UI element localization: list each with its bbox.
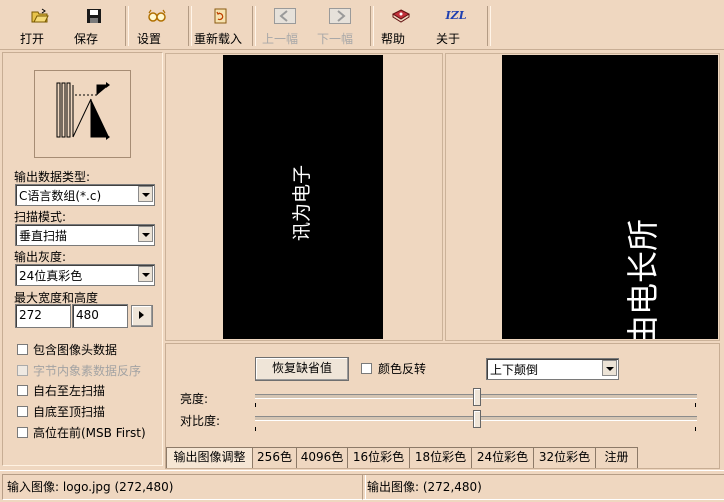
scan-mode-select[interactable]: 垂直扫描 <box>15 224 155 246</box>
toolbar-separator <box>252 6 256 46</box>
toolbar-separator <box>370 6 374 46</box>
status-bar: 输入图像: logo.jpg (272,480) 输出图像: (272,480) <box>0 470 724 502</box>
max-width-value: 272 <box>19 308 42 322</box>
brightness-slider[interactable] <box>473 388 481 406</box>
reload-label: 重新载入 <box>194 32 243 46</box>
output-image-text: 由电长所 <box>624 218 662 339</box>
floppy-disk-icon <box>85 8 103 24</box>
next-image-button[interactable]: 下一幅 <box>317 4 359 48</box>
gray-select[interactable]: 24位真彩色 <box>15 264 155 286</box>
tab-256-color[interactable]: 256色 <box>252 447 297 468</box>
status-input-image: 输入图像: logo.jpg (272,480) <box>2 474 366 500</box>
brightness-tick-max <box>695 403 696 407</box>
input-image: 讯为电子 <box>223 55 383 339</box>
invert-color-label: 颜色反转 <box>378 362 427 376</box>
output-type-select[interactable]: C语言数组(*.c) <box>15 184 155 206</box>
scan-mode-value: 垂直扫描 <box>19 229 68 243</box>
chevron-down-icon[interactable] <box>138 226 153 242</box>
invert-color-checkbox[interactable] <box>361 363 372 374</box>
save-label: 保存 <box>74 32 99 46</box>
include-header-label: 包含图像头数据 <box>33 343 118 357</box>
right-to-left-checkbox[interactable] <box>17 385 28 396</box>
settings-button[interactable]: 设置 <box>137 4 177 48</box>
msb-first-checkbox[interactable] <box>17 427 28 438</box>
apply-size-button[interactable] <box>131 305 153 327</box>
open-button[interactable]: 打开 <box>20 4 60 48</box>
output-type-label: 输出数据类型: <box>14 170 91 184</box>
contrast-tick-min <box>255 427 256 431</box>
reload-icon <box>211 8 229 24</box>
chevron-down-icon[interactable] <box>138 186 153 202</box>
input-image-text: 讯为电子 <box>291 164 313 241</box>
reverse-bytes-checkbox[interactable] <box>17 365 28 376</box>
input-image-preview: 讯为电子 <box>165 53 443 341</box>
help-label: 帮助 <box>381 32 406 46</box>
output-image: 由电长所 <box>502 55 718 339</box>
status-output-image: 输出图像: (272,480) <box>362 474 724 500</box>
glasses-icon <box>148 8 166 24</box>
scan-mode-diagram <box>34 70 131 158</box>
reload-button[interactable]: 重新载入 <box>194 4 246 48</box>
toolbar-separator <box>188 6 192 46</box>
next-label: 下一幅 <box>317 32 354 46</box>
contrast-tick-max <box>695 427 696 431</box>
brightness-label: 亮度: <box>180 392 209 406</box>
about-label: 关于 <box>436 32 461 46</box>
scan-direction-icon <box>56 82 110 140</box>
save-button[interactable]: 保存 <box>74 4 114 48</box>
bottom-to-top-checkbox[interactable] <box>17 406 28 417</box>
tab-register[interactable]: 注册 <box>595 447 638 468</box>
flip-select[interactable]: 上下颠倒 <box>486 358 619 380</box>
help-button[interactable]: 帮助 <box>381 4 421 48</box>
right-arrow-icon <box>329 8 351 24</box>
brightness-tick-min <box>255 403 256 407</box>
tab-16bit-color[interactable]: 16位彩色 <box>347 447 410 468</box>
settings-label: 设置 <box>137 32 162 46</box>
include-header-checkbox[interactable] <box>17 344 28 355</box>
about-logo-text: IZL <box>445 9 467 22</box>
tab-output-adjust[interactable]: 输出图像调整 <box>166 447 253 468</box>
left-arrow-icon <box>274 8 296 24</box>
toolbar-separator <box>487 6 491 46</box>
contrast-label: 对比度: <box>180 414 221 428</box>
chevron-down-icon[interactable] <box>602 360 617 376</box>
toolbar-separator <box>125 6 129 46</box>
tab-24bit-color[interactable]: 24位彩色 <box>471 447 534 468</box>
scan-mode-label: 扫描模式: <box>14 210 67 224</box>
tab-32bit-color[interactable]: 32位彩色 <box>533 447 596 468</box>
help-book-icon <box>391 8 411 24</box>
max-width-field[interactable]: 272 <box>15 304 71 328</box>
max-height-field[interactable]: 480 <box>72 304 128 328</box>
contrast-slider[interactable] <box>473 410 481 428</box>
open-label: 打开 <box>20 32 45 46</box>
about-logo-icon: IZL <box>444 8 468 24</box>
reverse-bytes-label: 字节内象素数据反序 <box>33 364 142 378</box>
tab-4096-color[interactable]: 4096色 <box>296 447 348 468</box>
tab-18bit-color[interactable]: 18位彩色 <box>409 447 472 468</box>
gray-label: 输出灰度: <box>14 250 67 264</box>
prev-image-button[interactable]: 上一幅 <box>262 4 304 48</box>
bottom-to-top-label: 自底至顶扫描 <box>33 405 106 419</box>
open-folder-icon <box>31 8 49 24</box>
output-image-preview: 由电长所 <box>445 53 720 341</box>
flip-value: 上下颠倒 <box>490 363 539 377</box>
prev-label: 上一幅 <box>262 32 299 46</box>
msb-first-label: 高位在前(MSB First) <box>33 426 146 440</box>
max-height-value: 480 <box>76 308 99 322</box>
chevron-down-icon[interactable] <box>138 266 153 282</box>
gray-value: 24位真彩色 <box>19 269 83 283</box>
toolbar: 打开 保存 设置 重新载入 上一幅 下一幅 帮助 IZL 关于 <box>0 0 724 50</box>
restore-default-button[interactable]: 恢复缺省值 <box>255 357 349 381</box>
right-to-left-label: 自右至左扫描 <box>33 384 106 398</box>
output-type-value: C语言数组(*.c) <box>19 189 102 203</box>
about-button[interactable]: IZL 关于 <box>436 4 476 48</box>
